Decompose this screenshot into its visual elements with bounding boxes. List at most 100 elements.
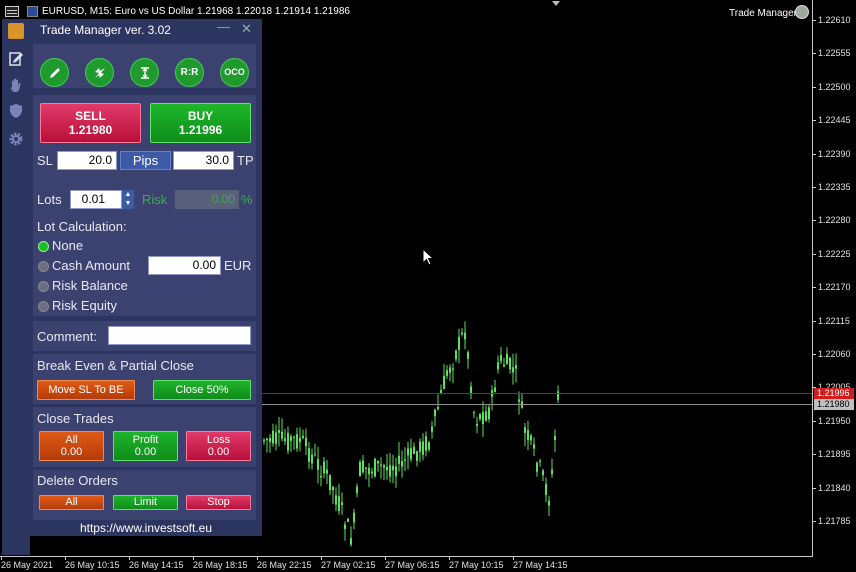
radio-none[interactable] [38,241,49,252]
radio-cash-amount[interactable] [38,261,49,272]
price-tick: 1.21785 [813,516,851,526]
candle-body [458,336,460,350]
lots-stepper[interactable]: ▲ ▼ [122,190,134,209]
logo-icon [8,23,24,39]
shield-icon[interactable] [8,103,24,119]
candle-body [446,370,448,376]
candle-body [503,364,505,367]
candle-body [356,486,358,494]
sl-input[interactable]: 20.0 [57,151,117,170]
vertical-range-icon[interactable] [130,58,159,87]
price-tick: 1.22115 [813,315,850,326]
delete-limit-button[interactable]: Limit [113,495,178,510]
risk-input[interactable]: 0.00 [175,190,239,209]
sell-button[interactable]: SELL 1.21980 [40,103,141,143]
candle-body [299,437,301,443]
pips-toggle-button[interactable]: Pips [120,151,171,170]
candle-body [554,435,556,441]
candle-body [506,353,508,365]
buy-button[interactable]: BUY 1.21996 [150,103,251,143]
delete-stop-button[interactable]: Stop [186,495,251,510]
candle-body [536,462,538,472]
move-sl-to-be-button[interactable]: Move SL To BE [37,380,135,400]
lots-input[interactable]: 0.01 [70,190,122,209]
sell-label: SELL [75,109,106,123]
close-loss-value: 0.00 [207,446,230,458]
cash-amount-input[interactable]: 0.00 [148,256,221,275]
close-profit-button[interactable]: Profit 0.00 [113,431,178,461]
tools-section: R:R OCO [33,44,256,88]
candle-body [371,471,373,474]
minimize-button[interactable]: — [217,19,230,34]
candle-body [374,458,376,477]
tp-label: TP [237,153,254,168]
ask-price-line [262,393,813,394]
time-tick: 26 May 18:15 [193,557,248,570]
time-tick: 26 May 14:15 [129,557,184,570]
price-tick: 1.21840 [813,482,851,493]
order-edit-icon[interactable] [8,51,24,67]
risk-unit: % [241,192,253,207]
close-50-button[interactable]: Close 50% [153,380,251,400]
website-link[interactable]: https://www.investsoft.eu [30,521,262,536]
hand-icon[interactable] [8,77,24,93]
bid-price-line [262,404,813,405]
close-loss-label: Loss [206,434,231,446]
candle-body [464,332,466,340]
option-risk-equity: Risk Equity [52,298,118,313]
candle-body [323,461,325,474]
pencil-icon[interactable] [40,58,69,87]
candle-body [422,441,424,455]
option-risk-balance: Risk Balance [52,278,128,293]
candle-body [290,436,292,442]
candle-body [425,436,427,451]
candle-body [365,467,367,469]
candle-body [542,470,544,476]
candle-body [476,424,478,426]
close-all-button[interactable]: All 0.00 [39,431,104,461]
close-profit-label: Profit [132,434,159,446]
close-icon[interactable]: ✕ [241,21,252,37]
option-none: None [52,238,84,253]
candle-body [302,435,304,438]
price-tick: 1.22225 [813,248,851,259]
comment-input[interactable] [108,326,251,345]
candle-body [380,464,382,467]
candle-body [401,460,403,467]
time-tick: 26 May 22:15 [257,557,312,570]
candle-body [275,432,277,444]
price-tick: 1.22610 [813,15,851,25]
time-axis: 26 May 2021 26 May 10:15 26 May 14:15 26 Ma… [0,556,813,572]
price-tick: 1.21895 [813,449,851,460]
oco-button[interactable]: OCO [220,58,249,87]
candle-body [386,466,388,471]
close-loss-button[interactable]: Loss 0.00 [186,431,251,461]
delete-orders-section: Delete Orders All Limit Stop [33,470,256,520]
candle-body [509,357,511,370]
candle-body [398,455,400,464]
close-trades-title: Close Trades [37,411,114,426]
candle-body [326,469,328,474]
tp-input[interactable]: 30.0 [173,151,234,170]
swap-arrows-icon[interactable] [85,58,114,87]
buy-price: 1.21996 [178,123,223,137]
time-tick: 26 May 2021 [1,557,54,570]
candle-body [272,430,274,444]
currency-label: EUR [224,258,252,273]
candle-body [362,460,364,473]
delete-orders-title: Delete Orders [37,473,118,488]
candle-body [377,460,379,464]
candle-body [548,500,550,506]
bid-price-label: 1.21980 [814,399,854,410]
candle-body [497,362,499,370]
risk-reward-button[interactable]: R:R [175,58,204,87]
gear-icon[interactable] [8,131,24,147]
radio-risk-balance[interactable] [38,281,49,292]
candle-body [404,459,406,461]
price-tick: 1.22390 [813,148,851,159]
candle-body [407,448,409,456]
radio-risk-equity[interactable] [38,301,49,312]
delete-all-button[interactable]: All [39,495,104,510]
candle-body [281,431,283,439]
tool-strip [2,19,30,555]
